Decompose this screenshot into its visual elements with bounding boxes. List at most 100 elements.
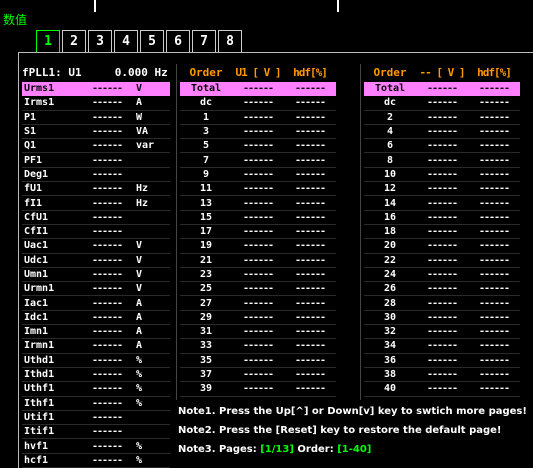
harmonic-row[interactable]: 21 ------ ------: [180, 254, 336, 268]
measurement-row[interactable]: Idc1 ------ A: [22, 311, 170, 326]
harmonic-row[interactable]: 36 ------ ------: [364, 354, 520, 368]
measurement-name: Q1: [24, 140, 37, 152]
harmonic-voltage: ------: [426, 183, 458, 195]
harmonic-hdf: ------: [294, 154, 326, 166]
tab-2[interactable]: 2: [62, 30, 86, 52]
tab-8[interactable]: 8: [218, 30, 242, 52]
harmonic-row[interactable]: 2 ------ ------: [364, 111, 520, 125]
measurement-unit: V: [136, 83, 143, 95]
harmonic-row[interactable]: 1 ------ ------: [180, 111, 336, 125]
harmonic-row[interactable]: 12 ------ ------: [364, 182, 520, 197]
harmonic-hdf: ------: [294, 111, 326, 123]
harmonic-row[interactable]: 6 ------ ------: [364, 139, 520, 154]
tab-1[interactable]: 1: [36, 30, 60, 52]
harmonic-order: 18: [383, 226, 397, 238]
measurement-row[interactable]: P1 ------ W: [22, 111, 170, 125]
harmonic-row[interactable]: 10 ------ ------: [364, 168, 520, 183]
harmonic-row[interactable]: 28 ------ ------: [364, 296, 520, 311]
harmonic-row[interactable]: 22 ------ ------: [364, 254, 520, 268]
measurement-row[interactable]: Uthd1 ------%: [22, 354, 170, 368]
measurement-row[interactable]: Irms1 ------ A: [22, 96, 170, 111]
harmonic-row[interactable]: 5 ------ ------: [180, 139, 336, 154]
harmonic-row[interactable]: 39 ------ ------: [180, 382, 336, 397]
measurement-row[interactable]: Umn1 ------ V: [22, 268, 170, 283]
tab-4[interactable]: 4: [114, 30, 138, 52]
harmonic-row[interactable]: 31 ------ ------: [180, 325, 336, 340]
measurement-row[interactable]: Itif1 ------: [22, 425, 170, 440]
measurement-row[interactable]: Urmn1 ------ V: [22, 282, 170, 297]
measurement-row[interactable]: Ithf1 ------%: [22, 397, 170, 411]
tab-7[interactable]: 7: [192, 30, 216, 52]
measurement-row[interactable]: Urms1 ------ V: [22, 82, 170, 97]
measurement-row[interactable]: fU1 ------ Hz: [22, 182, 170, 197]
measurement-name: hcf1: [24, 454, 49, 466]
harmonic-voltage: ------: [242, 226, 274, 238]
harmonic-row[interactable]: Total ------ ------: [180, 82, 336, 97]
measurement-value: ------: [91, 269, 123, 280]
harmonic-row[interactable]: 35 ------ ------: [180, 354, 336, 368]
measurement-row[interactable]: hcf1 ------%: [22, 454, 170, 468]
measurement-row[interactable]: CfU1 ------: [22, 211, 170, 225]
harmonic-voltage: ------: [426, 254, 458, 266]
harmonic-row[interactable]: 32 ------ ------: [364, 325, 520, 340]
measurement-value: ------: [91, 283, 123, 295]
measurement-row[interactable]: PF1 ------: [22, 153, 170, 168]
harmonic-voltage: ------: [426, 326, 458, 338]
harmonic-row[interactable]: 13 ------ ------: [180, 196, 336, 211]
harmonic-row[interactable]: 9 ------ ------: [180, 168, 336, 183]
harmonic-row[interactable]: 24 ------ ------: [364, 268, 520, 283]
harmonic-row[interactable]: 34 ------ ------: [364, 339, 520, 354]
harmonic-row[interactable]: 37 ------ ------: [180, 368, 336, 383]
harmonic-row[interactable]: 7 ------ ------: [180, 153, 336, 168]
harmonic-row[interactable]: 38 ------ ------: [364, 368, 520, 383]
harmonic-row[interactable]: 33 ------ ------: [180, 339, 336, 354]
harmonic-voltage: ------: [242, 183, 274, 195]
tab-3[interactable]: 3: [88, 30, 112, 52]
harmonic-row[interactable]: 16 ------ ------: [364, 211, 520, 225]
harmonic-row[interactable]: 8 ------ ------: [364, 153, 520, 168]
measurement-row[interactable]: Udc1 ------ V: [22, 254, 170, 268]
harmonic-row[interactable]: 19 ------ ------: [180, 239, 336, 254]
harmonic-row[interactable]: 40 ------ ------: [364, 382, 520, 397]
measurement-row[interactable]: Q1 ------ var: [22, 139, 170, 154]
voltage-header: U1 [ V ]: [235, 66, 282, 79]
measurement-row[interactable]: Uthf1 ------%: [22, 382, 170, 397]
tab-5[interactable]: 5: [140, 30, 164, 52]
harmonic-row[interactable]: 25 ------ ------: [180, 282, 336, 297]
harmonic-row[interactable]: 3 ------ ------: [180, 125, 336, 140]
measurement-row[interactable]: Deg1 ------: [22, 168, 170, 183]
measurement-row[interactable]: Imn1 ------ A: [22, 325, 170, 340]
harmonic-order: 36: [383, 354, 397, 366]
measurement-row[interactable]: Utif1 ------: [22, 411, 170, 426]
harmonic-order: 6: [386, 140, 394, 152]
harmonic-row[interactable]: Total ------ ------: [364, 82, 520, 97]
measurement-row[interactable]: Ithd1 ------%: [22, 368, 170, 383]
measurement-row[interactable]: CfI1 ------: [22, 225, 170, 240]
harmonic-row[interactable]: 20 ------ ------: [364, 239, 520, 254]
harmonic-row[interactable]: 26 ------ ------: [364, 282, 520, 297]
harmonic-row[interactable]: 29 ------ ------: [180, 311, 336, 326]
harmonic-row[interactable]: 14 ------ ------: [364, 196, 520, 211]
harmonic-row[interactable]: 27 ------ ------: [180, 296, 336, 311]
measurement-row[interactable]: Irmn1 ------ A: [22, 339, 170, 354]
measurement-row[interactable]: fI1 ------ Hz: [22, 196, 170, 211]
tab-6[interactable]: 6: [166, 30, 190, 52]
harmonic-row[interactable]: 23 ------ ------: [180, 268, 336, 283]
measurement-name: Uthf1: [24, 383, 55, 395]
harmonic-row[interactable]: 11 ------ ------: [180, 182, 336, 197]
harmonic-row[interactable]: 18 ------ ------: [364, 225, 520, 240]
measurement-row[interactable]: Uac1 ------ V: [22, 239, 170, 254]
harmonic-row[interactable]: 30 ------ ------: [364, 311, 520, 326]
harmonic-row[interactable]: dc ------ ------: [364, 96, 520, 111]
note-3: Note3. Pages: [1/13] Order: [1-40]: [178, 440, 527, 459]
harmonic-row[interactable]: dc ------ ------: [180, 96, 336, 111]
harmonic-voltage: ------: [242, 126, 274, 138]
harmonic-row[interactable]: 4 ------ ------: [364, 125, 520, 140]
measurement-value: ------: [91, 226, 123, 238]
measurement-row[interactable]: S1 ------ VA: [22, 125, 170, 140]
harmonic-row[interactable]: 17 ------ ------: [180, 225, 336, 240]
measurement-row[interactable]: Iac1 ------ A: [22, 296, 170, 311]
harmonic-row[interactable]: 15 ------ ------: [180, 211, 336, 225]
measurement-row[interactable]: hvf1 ------%: [22, 439, 170, 454]
harmonic-voltage: ------: [242, 211, 274, 223]
